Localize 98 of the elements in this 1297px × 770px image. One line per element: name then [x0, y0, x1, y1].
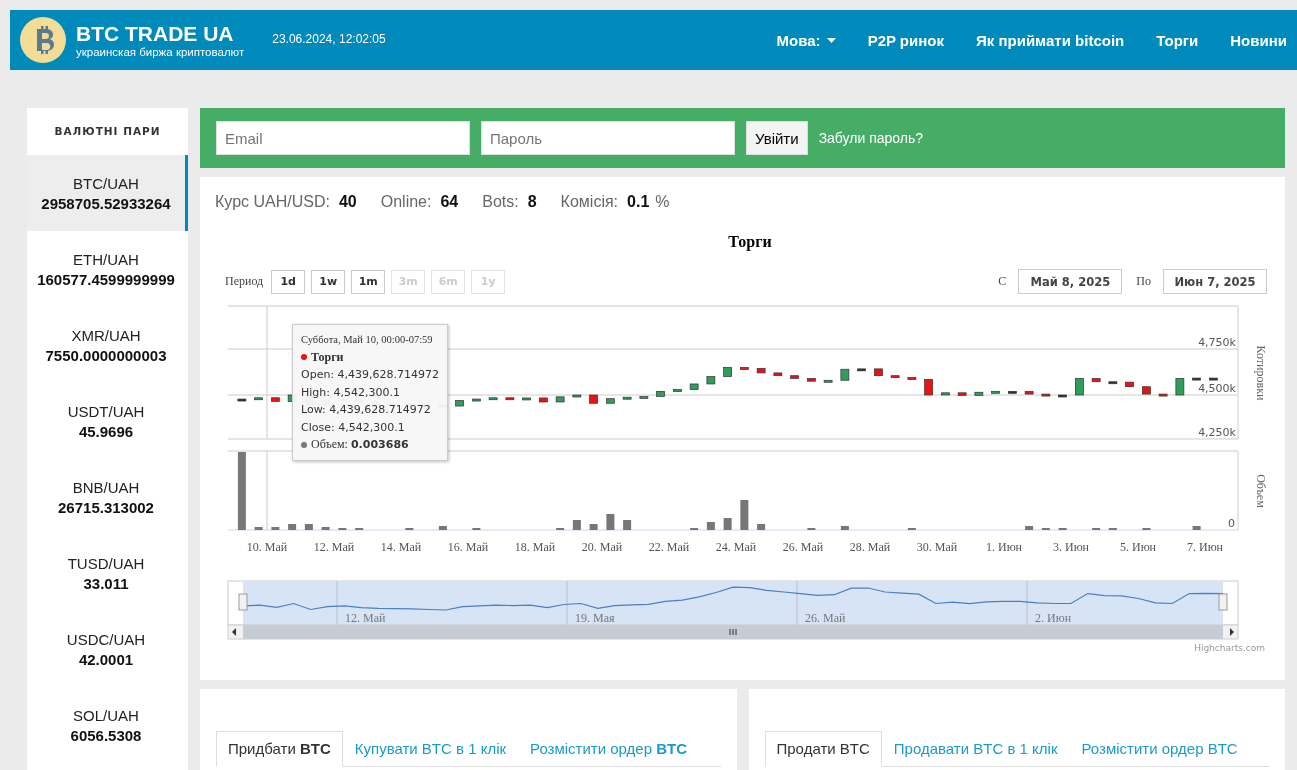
tab[interactable]: Придбати BTC	[216, 731, 343, 767]
volume-bar	[321, 527, 330, 530]
volume-axis-title: Объем	[1254, 474, 1268, 508]
nav-link[interactable]: Новини	[1230, 31, 1287, 49]
candlestick	[924, 379, 933, 396]
volume-bar	[623, 520, 632, 530]
login-button[interactable]: Увійти	[746, 121, 808, 155]
x-axis-label: 3. Июн	[1052, 540, 1090, 554]
volume-bar	[606, 514, 615, 530]
tooltip-row-text: Open: 4,439,628.714972	[301, 367, 440, 383]
pair-item[interactable]: TUSD/UAH 33.011	[27, 535, 188, 611]
navigator-label: 19. Мая	[575, 611, 615, 625]
volume-bar	[271, 527, 280, 530]
x-axis-label: 5. Июн	[1119, 540, 1157, 554]
pair-item[interactable]: BNB/UAH 26715.313002	[27, 459, 188, 535]
nav-link[interactable]: P2P ринок	[867, 31, 944, 49]
x-axis-label: 10. Май	[246, 540, 288, 554]
volume-bar	[589, 524, 598, 530]
stat-value: 8	[527, 193, 537, 211]
pair-item[interactable]: SOL/UAH 6056.5308	[27, 687, 188, 763]
pair-item[interactable]: ETH/UAH 160577.4599999999	[27, 231, 188, 307]
pair-item[interactable]: USDT/UAH 45.9696	[27, 383, 188, 459]
nav-link[interactable]: Як приймати bitcoin	[976, 31, 1125, 49]
series-dot-icon	[301, 354, 307, 361]
pair-item[interactable]: USDC/UAH 42.0001	[27, 611, 188, 687]
period-button[interactable]: 1w	[311, 269, 346, 294]
site-title: BTC TRADE UA	[76, 22, 235, 46]
x-axis-label: 16. Май	[447, 540, 489, 554]
y-axis-label: 4,750k	[1198, 336, 1236, 349]
bitcoin-logo-icon	[20, 17, 66, 63]
volume-bar	[572, 520, 581, 530]
volume-bar	[1192, 526, 1201, 530]
volume-bar	[1025, 526, 1034, 530]
tooltip-volume-label: Объем:	[311, 436, 348, 453]
tooltip-row-text: Close: 4,542,300.1	[301, 419, 406, 436]
stat-label: Комісія:	[560, 193, 619, 211]
x-axis-label: 28. Май	[849, 540, 891, 554]
to-date-field[interactable]: Июн 7, 2025	[1163, 269, 1267, 294]
candlestick	[840, 368, 850, 381]
datetime-text: 23.06.2024, 12:02:05	[272, 32, 386, 46]
tab[interactable]: Продати BTC	[764, 731, 882, 767]
period-button[interactable]: 1d	[271, 269, 306, 294]
x-axis-label: 30. Май	[916, 540, 958, 554]
tooltip-series: Торги	[311, 348, 344, 366]
password-field[interactable]: Пароль	[481, 121, 735, 155]
from-date-field[interactable]: Май 8, 2025	[1018, 269, 1123, 294]
candlestick	[1175, 378, 1185, 396]
series-dot-icon	[301, 441, 307, 448]
stat-unit: %	[655, 193, 670, 211]
scrollbar[interactable]	[227, 624, 1239, 640]
stat-value: 0.1	[627, 193, 650, 211]
y-axis-label: 4,250k	[1198, 426, 1236, 439]
candlestick	[1075, 378, 1084, 396]
from-label: С	[998, 274, 1007, 289]
email-field[interactable]: Email	[216, 121, 470, 155]
tooltip-row-text: Low: 4,439,628.714972	[301, 402, 432, 418]
period-button[interactable]: 1m	[351, 269, 386, 294]
x-axis-label: 20. Май	[581, 540, 623, 554]
volume-bar	[757, 524, 766, 530]
y-axis-title: Котировки	[1254, 345, 1268, 401]
volume-bar	[254, 527, 263, 530]
y-axis-label: 4,500k	[1198, 382, 1236, 395]
stat-label: Bots:	[482, 193, 519, 211]
period-label: Период	[225, 274, 264, 289]
volume-bar	[723, 518, 732, 530]
x-axis-label: 26. Май	[782, 540, 824, 554]
stat-value: 40	[338, 193, 357, 211]
navigator-label: 26. Май	[805, 611, 846, 625]
x-axis-label: 12. Май	[313, 540, 355, 554]
navigator-label: 12. Май	[345, 611, 386, 625]
navigator-label: 2. Июн	[1035, 611, 1072, 625]
pair-item[interactable]: XMR/UAH 7550.0000000003	[27, 307, 188, 383]
stat-value: 64	[440, 193, 459, 211]
stat-label: Курс UAH/USD:	[215, 193, 330, 211]
volume-bar	[438, 526, 447, 530]
volume-bar	[288, 524, 297, 530]
volume-bar	[304, 524, 313, 530]
site-subtitle: украинская биржа криптовалют	[76, 46, 245, 58]
volume-bar	[840, 526, 849, 530]
nav-link[interactable]: Мова:	[776, 31, 836, 49]
to-label: По	[1136, 274, 1151, 289]
x-axis-label: 7. Июн	[1186, 540, 1224, 554]
x-axis-label: 1. Июн	[985, 540, 1023, 554]
chart-title: Торги	[727, 233, 773, 251]
tooltip-row-text: High: 4,542,300.1	[301, 384, 401, 401]
tooltip-volume: 0.003686	[350, 437, 409, 453]
nav-link[interactable]: Торги	[1156, 31, 1199, 49]
x-axis-label: 24. Май	[715, 540, 757, 554]
x-axis-label: 18. Май	[514, 540, 556, 554]
volume-bar	[740, 500, 749, 530]
x-axis-label: 22. Май	[648, 540, 690, 554]
volume-axis-label: 0	[1228, 517, 1235, 530]
pair-item[interactable]: BTC/UAH 2958705.52933264	[27, 155, 188, 231]
x-axis-label: 14. Май	[380, 540, 422, 554]
tooltip-title: Суббота, Май 10, 00:00-07:59	[301, 333, 434, 347]
sidebar-title: ВАЛЮТНІ ПАРИ	[53, 124, 162, 139]
volume-bar	[706, 522, 715, 530]
stat-label: Online:	[380, 193, 432, 211]
